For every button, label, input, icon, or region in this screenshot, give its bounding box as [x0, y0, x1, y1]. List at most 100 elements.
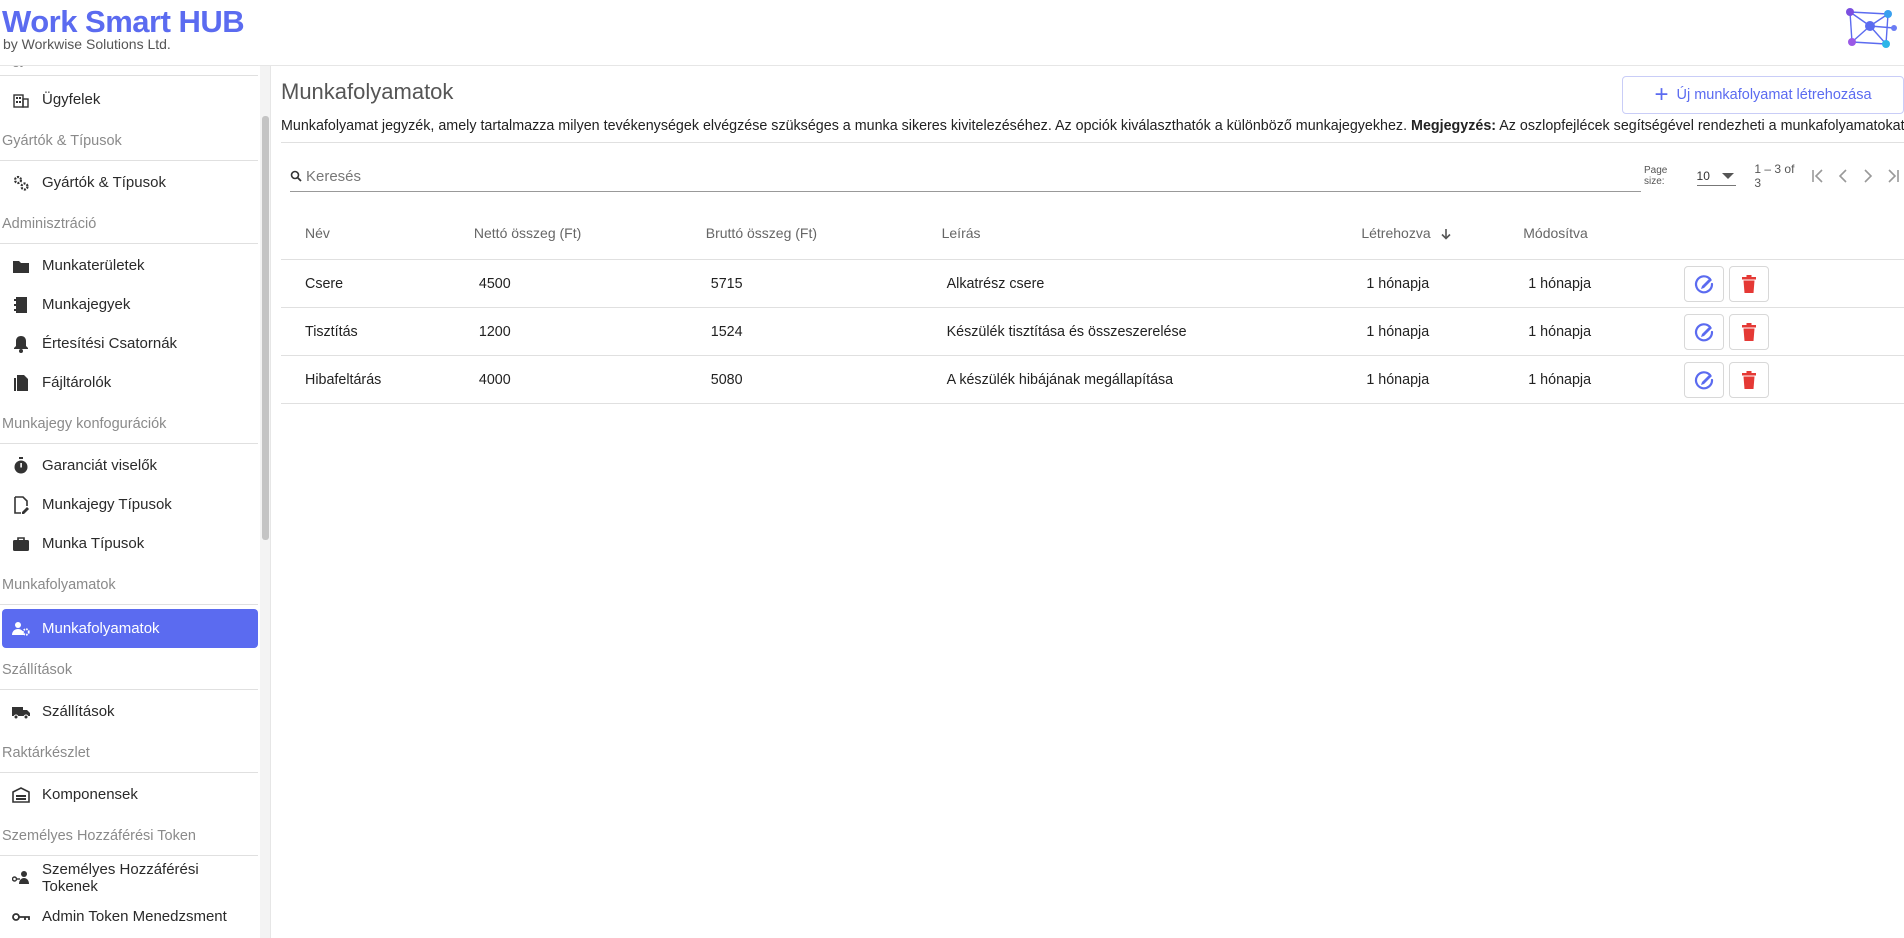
page-size-select[interactable]: 10: [1696, 166, 1737, 186]
sidebar-item-notification-channels[interactable]: Értesítési Csatornák: [2, 324, 258, 363]
section-title-administration: Adminisztráció: [0, 202, 258, 244]
cell-name: Tisztítás: [305, 323, 358, 340]
page-description: Munkafolyamat jegyzék, amely tartalmazza…: [281, 118, 1904, 134]
sidebar-item-label: Admin Token Menedzsment: [42, 908, 227, 925]
cell-actions: [1684, 313, 1904, 350]
trash-icon: [1742, 274, 1757, 293]
sidebar: Ügyfélmenedzsment Ügyfelek Gyártók & Típ…: [0, 66, 270, 938]
brand-title[interactable]: Work Smart HUB: [2, 4, 245, 40]
sidebar-item-warranty-holders[interactable]: Garanciát viselők: [2, 446, 258, 485]
cell-description: A készülék hibájának megállapítása: [946, 371, 1174, 388]
sidebar-item-label: Munka Típusok: [42, 535, 145, 552]
sidebar-item-personal-tokens[interactable]: Személyes Hozzáférési Tokenek: [2, 858, 258, 897]
sidebar-item-label: Gyártók & Típusok: [42, 174, 166, 191]
search-icon: [290, 170, 304, 184]
table-row[interactable]: Csere 4500 5715 Alkatrész csere 1 hónapj…: [281, 260, 1904, 308]
previous-page-icon[interactable]: [1832, 165, 1854, 187]
sidebar-item-clients[interactable]: Ügyfelek: [2, 80, 258, 119]
app-header: Work Smart HUB by Workwise Solutions Ltd…: [0, 0, 1904, 66]
sidebar-item-worksheet-types[interactable]: Munkajegy Típusok: [2, 485, 258, 524]
section-title-shipments: Szállítások: [0, 648, 258, 690]
sidebar-item-work-types[interactable]: Munka Típusok: [2, 524, 258, 563]
cell-modified: 1 hónapja: [1528, 323, 1592, 340]
cell-actions: [1684, 361, 1904, 398]
sidebar-item-label: Munkajegy Típusok: [42, 496, 172, 513]
sidebar-item-file-storages[interactable]: Fájltárolók: [2, 363, 258, 402]
create-workflow-label: Új munkafolyamat létrehozása: [1676, 87, 1872, 103]
stopwatch-icon: [12, 456, 30, 475]
cell-net: 4000: [478, 371, 511, 388]
edit-button[interactable]: [1684, 361, 1725, 398]
last-page-icon[interactable]: [1882, 165, 1904, 187]
sidebar-item-label: Fájltárolók: [42, 374, 112, 391]
sidebar-item-manufacturers[interactable]: Gyártók & Típusok: [2, 163, 258, 202]
network-logo-icon[interactable]: [1840, 4, 1898, 52]
column-header-description[interactable]: Leírás: [942, 225, 1362, 241]
cell-net: 4500: [478, 275, 511, 292]
sidebar-item-components[interactable]: Komponensek: [2, 775, 258, 814]
workflows-table: Név Nettó összeg (Ft) Bruttó összeg (Ft)…: [281, 206, 1904, 404]
column-header-modified[interactable]: Módosítva: [1523, 225, 1684, 241]
description-note-text: Az oszlopfejlécek segítségével rendezhet…: [1499, 118, 1904, 134]
cell-description: Alkatrész csere: [946, 275, 1045, 292]
edit-icon: [1695, 274, 1714, 293]
edit-file-icon: [12, 495, 30, 514]
briefcase-icon: [12, 535, 30, 553]
sidebar-item-label: Szállítások: [42, 703, 115, 720]
file-icon: [12, 374, 30, 392]
gears-icon: [12, 174, 30, 192]
chevron-down-icon: [1722, 173, 1735, 179]
sidebar-item-shipments[interactable]: Szállítások: [2, 692, 258, 731]
search-input[interactable]: [306, 168, 1606, 185]
notebook-icon: [12, 296, 30, 314]
cell-gross: 1524: [710, 323, 743, 340]
sidebar-divider: [270, 66, 271, 938]
delete-button[interactable]: [1729, 313, 1770, 350]
first-page-icon[interactable]: [1807, 165, 1829, 187]
bell-icon: [12, 335, 30, 353]
warehouse-icon: [12, 786, 30, 804]
section-title-workflows: Munkafolyamatok: [0, 563, 258, 605]
sidebar-item-label: Garanciát viselők: [42, 457, 158, 474]
sidebar-item-admin-tokens[interactable]: Admin Token Menedzsment: [2, 897, 258, 936]
edit-button[interactable]: [1684, 313, 1725, 350]
key-icon: [12, 908, 30, 926]
brand-subtitle: by Workwise Solutions Ltd.: [3, 36, 171, 52]
cell-net: 1200: [478, 323, 511, 340]
paginator: Page size: 10 1 – 3 of 3: [1644, 162, 1904, 190]
create-workflow-button[interactable]: + Új munkafolyamat létrehozása: [1622, 76, 1904, 114]
sidebar-item-workspaces[interactable]: Munkaterületek: [2, 246, 258, 285]
edit-icon: [1695, 322, 1714, 341]
sidebar-item-label: Személyes Hozzáférési Tokenek: [42, 860, 199, 895]
page-title: Munkafolyamatok: [281, 79, 454, 104]
column-header-name[interactable]: Név: [281, 225, 474, 241]
column-header-created[interactable]: Létrehozva: [1361, 225, 1523, 241]
main-content: Munkafolyamatok + Új munkafolyamat létre…: [281, 66, 1904, 938]
user-gear-icon: [12, 620, 30, 638]
next-page-icon[interactable]: [1857, 165, 1879, 187]
trash-icon: [1742, 370, 1757, 389]
page-size-label: Page size:: [1644, 165, 1668, 187]
edit-button[interactable]: [1684, 265, 1725, 302]
sidebar-item-label: Munkaterületek: [42, 257, 145, 274]
cell-modified: 1 hónapja: [1528, 275, 1592, 292]
sidebar-item-label: Értesítési Csatornák: [42, 335, 178, 352]
sidebar-item-label: Munkafolyamatok: [42, 620, 160, 637]
sidebar-item-label: Munkajegyek: [42, 296, 131, 313]
section-title-worksheet-config: Munkajegy konfogurációk: [0, 402, 258, 444]
sidebar-scrollbar-thumb[interactable]: [262, 116, 269, 540]
column-header-created-label: Létrehozva: [1361, 224, 1431, 241]
table-row[interactable]: Tisztítás 1200 1524 Készülék tisztítása …: [281, 308, 1904, 356]
sidebar-item-label: Ügyfelek: [42, 91, 101, 108]
column-header-net[interactable]: Nettó összeg (Ft): [474, 225, 706, 241]
cell-created: 1 hónapja: [1366, 275, 1430, 292]
delete-button[interactable]: [1729, 265, 1770, 302]
sidebar-item-workflows[interactable]: Munkafolyamatok: [2, 609, 258, 648]
cell-actions: [1684, 265, 1904, 302]
sidebar-item-worksheets[interactable]: Munkajegyek: [2, 285, 258, 324]
delete-button[interactable]: [1729, 361, 1770, 398]
cell-created: 1 hónapja: [1366, 371, 1430, 388]
column-header-gross[interactable]: Bruttó összeg (Ft): [706, 225, 942, 241]
table-row[interactable]: Hibafeltárás 4000 5080 A készülék hibájá…: [281, 356, 1904, 404]
page-size-value: 10: [1696, 168, 1710, 183]
